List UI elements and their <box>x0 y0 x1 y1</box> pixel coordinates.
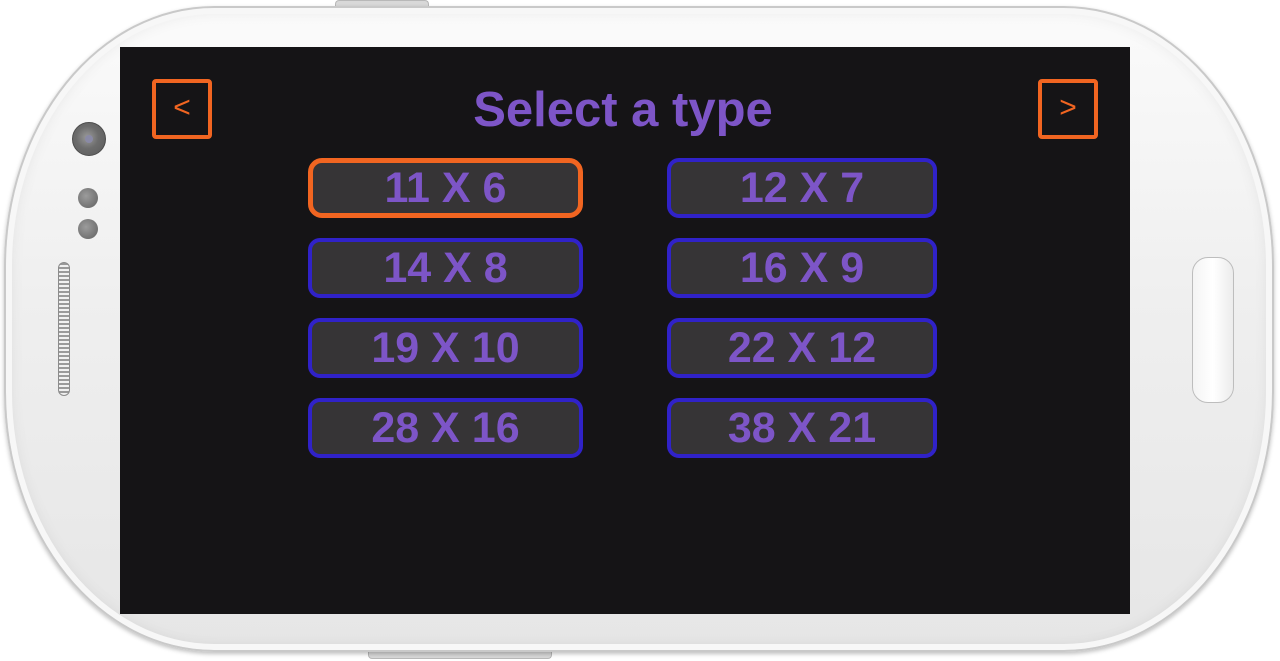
type-button-22x12[interactable]: 22 X 12 <box>667 318 937 378</box>
home-button[interactable] <box>1192 257 1234 403</box>
type-button-12x7[interactable]: 12 X 7 <box>667 158 937 218</box>
type-button-14x8[interactable]: 14 X 8 <box>308 238 583 298</box>
type-button-19x10[interactable]: 19 X 10 <box>308 318 583 378</box>
volume-button[interactable] <box>368 652 552 659</box>
front-camera-icon <box>72 122 106 156</box>
app-screen: < Select a type > 11 X 6 12 X 7 14 X 8 1… <box>120 47 1130 614</box>
earpiece-speaker <box>58 262 70 396</box>
type-button-16x9[interactable]: 16 X 9 <box>667 238 937 298</box>
type-grid: 11 X 6 12 X 7 14 X 8 16 X 9 19 X 10 22 X… <box>308 158 940 458</box>
stage: < Select a type > 11 X 6 12 X 7 14 X 8 1… <box>0 0 1280 661</box>
next-button[interactable]: > <box>1038 79 1098 139</box>
page-title: Select a type <box>473 83 773 137</box>
type-button-11x6[interactable]: 11 X 6 <box>308 158 583 218</box>
light-sensor-icon <box>78 219 98 239</box>
proximity-sensor-icon <box>78 188 98 208</box>
type-button-38x21[interactable]: 38 X 21 <box>667 398 937 458</box>
type-button-28x16[interactable]: 28 X 16 <box>308 398 583 458</box>
